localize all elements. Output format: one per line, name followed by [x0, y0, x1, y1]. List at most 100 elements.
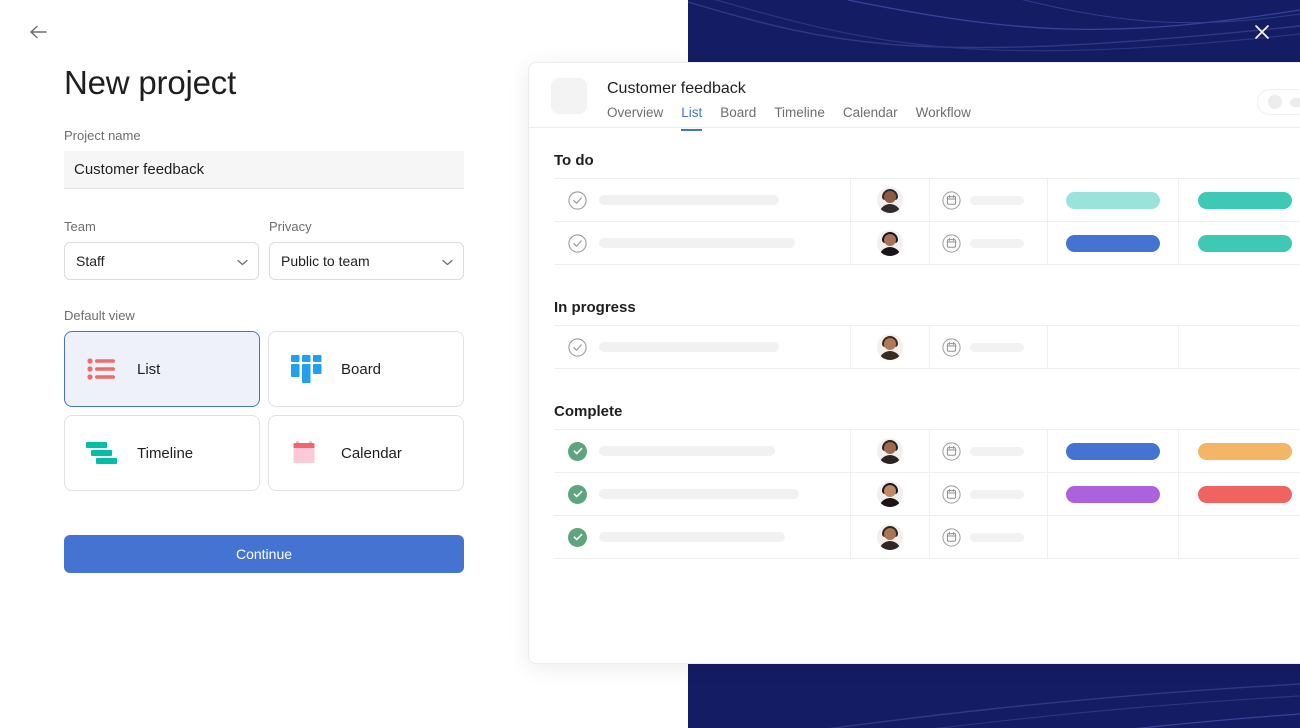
tag-cell-1[interactable]: [1048, 430, 1179, 472]
task-name-cell[interactable]: [554, 516, 851, 558]
assignee-cell[interactable]: [851, 473, 930, 515]
chevron-down-icon: [442, 253, 453, 269]
view-option-board[interactable]: Board: [268, 331, 464, 407]
calendar-icon: [289, 438, 323, 468]
tag-cell-1[interactable]: [1048, 179, 1179, 221]
tab-timeline[interactable]: Timeline: [774, 105, 825, 131]
table-row[interactable]: [554, 222, 1300, 265]
table-row[interactable]: [554, 473, 1300, 516]
status-chip[interactable]: [1066, 442, 1160, 460]
team-select[interactable]: Staff: [64, 242, 259, 280]
view-option-list[interactable]: List: [64, 331, 260, 407]
placeholder-avatar: [1268, 95, 1282, 109]
table-row[interactable]: [554, 179, 1300, 222]
due-date-placeholder: [970, 489, 1024, 499]
assignee-cell[interactable]: [851, 516, 930, 558]
calendar-icon[interactable]: [942, 527, 961, 547]
preview-tabs: Overview List Board Timeline Calendar Wo…: [607, 105, 971, 131]
tab-overview[interactable]: Overview: [607, 105, 663, 131]
checkbox-icon-completed[interactable]: [568, 527, 587, 547]
tag-cell-1[interactable]: [1048, 326, 1179, 368]
due-date-placeholder: [970, 532, 1024, 542]
team-privacy-row: Team Staff Privacy Public to team: [64, 219, 464, 280]
tab-list[interactable]: List: [681, 105, 703, 131]
status-chip[interactable]: [1066, 234, 1160, 252]
close-icon[interactable]: [1252, 22, 1272, 42]
avatar: [877, 334, 903, 360]
due-date-cell[interactable]: [930, 516, 1048, 558]
task-name-cell[interactable]: [554, 222, 851, 264]
tag-cell-1[interactable]: [1048, 473, 1179, 515]
tag-cell-2[interactable]: [1179, 326, 1300, 368]
assignee-cell[interactable]: [851, 326, 930, 368]
tag-cell-2[interactable]: [1179, 179, 1300, 221]
task-name-placeholder: [599, 532, 785, 542]
task-name-cell[interactable]: [554, 473, 851, 515]
table-row[interactable]: [554, 326, 1300, 369]
due-date-cell[interactable]: [930, 222, 1048, 264]
checkbox-icon-completed[interactable]: [568, 441, 587, 461]
calendar-icon[interactable]: [942, 441, 961, 461]
assignee-cell[interactable]: [851, 179, 930, 221]
tag-cell-2[interactable]: [1179, 430, 1300, 472]
section-title: To do: [554, 152, 594, 169]
team-select-value: Staff: [76, 253, 105, 269]
arrow-left-icon: [30, 25, 47, 39]
checkbox-icon-completed[interactable]: [568, 484, 587, 504]
status-chip[interactable]: [1066, 191, 1160, 209]
tag-cell-2[interactable]: [1179, 516, 1300, 558]
view-option-board-label: Board: [341, 360, 382, 378]
page-title: New project: [64, 64, 237, 101]
tag-cell-2[interactable]: [1179, 473, 1300, 515]
table-row[interactable]: [554, 430, 1300, 473]
header-action-placeholder[interactable]: [1257, 89, 1300, 115]
assignee-cell[interactable]: [851, 222, 930, 264]
due-date-placeholder: [970, 195, 1024, 205]
calendar-icon[interactable]: [942, 233, 961, 253]
checkbox-icon[interactable]: [568, 233, 587, 253]
due-date-cell[interactable]: [930, 326, 1048, 368]
tab-calendar[interactable]: Calendar: [843, 105, 898, 131]
project-name-input[interactable]: [64, 151, 464, 189]
avatar: [877, 230, 903, 256]
status-chip[interactable]: [1197, 191, 1292, 209]
tab-workflow[interactable]: Workflow: [916, 105, 971, 131]
checkbox-icon[interactable]: [568, 190, 587, 210]
status-chip[interactable]: [1197, 234, 1292, 252]
navy-banner-bottom: [688, 664, 1300, 728]
placeholder-bar: [1290, 97, 1300, 107]
calendar-icon[interactable]: [942, 337, 961, 357]
assignee-cell[interactable]: [851, 430, 930, 472]
task-name-placeholder: [599, 238, 795, 248]
calendar-icon[interactable]: [942, 484, 961, 504]
status-chip[interactable]: [1197, 442, 1292, 460]
due-date-cell[interactable]: [930, 179, 1048, 221]
due-date-placeholder: [970, 446, 1024, 456]
preview-task-list: To do In progress Complete: [529, 128, 1300, 559]
due-date-cell[interactable]: [930, 473, 1048, 515]
task-table: [554, 178, 1300, 265]
task-name-cell[interactable]: [554, 179, 851, 221]
privacy-field-group: Privacy Public to team: [269, 219, 464, 280]
task-name-cell[interactable]: [554, 430, 851, 472]
tag-cell-2[interactable]: [1179, 222, 1300, 264]
back-button[interactable]: [26, 20, 52, 44]
task-name-placeholder: [599, 489, 799, 499]
calendar-icon[interactable]: [942, 190, 961, 210]
table-row[interactable]: [554, 516, 1300, 559]
due-date-cell[interactable]: [930, 430, 1048, 472]
checkbox-icon[interactable]: [568, 337, 587, 357]
project-preview-panel: Customer feedback Overview List Board Ti…: [528, 62, 1300, 664]
tab-board[interactable]: Board: [720, 105, 756, 131]
privacy-select[interactable]: Public to team: [269, 242, 464, 280]
project-name-label: Project name: [64, 128, 141, 143]
continue-button[interactable]: Continue: [64, 535, 464, 573]
task-name-cell[interactable]: [554, 326, 851, 368]
tag-cell-1[interactable]: [1048, 222, 1179, 264]
navy-banner-top: [688, 0, 1300, 64]
view-option-timeline[interactable]: Timeline: [64, 415, 260, 491]
status-chip[interactable]: [1066, 485, 1160, 503]
status-chip[interactable]: [1197, 485, 1292, 503]
tag-cell-1[interactable]: [1048, 516, 1179, 558]
view-option-calendar[interactable]: Calendar: [268, 415, 464, 491]
